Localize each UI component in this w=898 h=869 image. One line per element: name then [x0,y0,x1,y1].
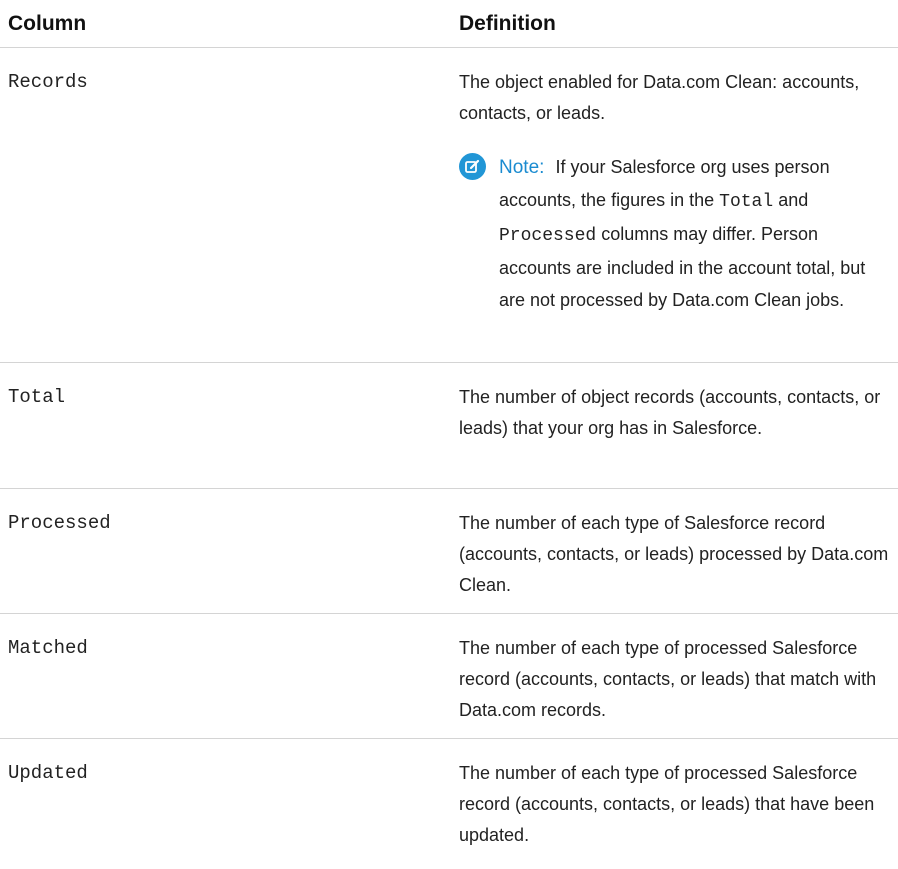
table-row: Updated The number of each type of proce… [0,739,898,863]
code-processed: Processed [499,226,597,246]
note-text: and [778,190,809,210]
definition-text: The object enabled for Data.com Clean: a… [459,72,860,123]
table-header: Column Definition [0,0,898,48]
table-row: Records The object enabled for Data.com … [0,48,898,363]
note-callout: Note: If your Salesforce org uses person… [459,151,898,316]
definition-cell: The number of each type of processed Sal… [459,763,875,845]
column-header: Column [8,11,87,35]
edit-note-icon [459,153,486,180]
code-total: Total [719,192,774,212]
note-body: Note: If your Salesforce org uses person… [499,151,898,316]
definition-cell: The number of each type of Salesforce re… [459,513,889,595]
table-row: Total The number of object records (acco… [0,363,898,489]
definition-cell: The object enabled for Data.com Clean: a… [459,48,898,362]
definition-cell: The number of each type of processed Sal… [459,638,877,720]
term-cell: Matched [8,637,88,659]
term-cell: Processed [8,512,111,534]
term-cell: Records [8,71,88,93]
definition-header: Definition [459,11,556,35]
term-cell: Updated [8,762,88,784]
definition-table: Column Definition Records The object ena… [0,0,898,863]
definition-cell: The number of object records (accounts, … [459,387,881,438]
note-label: Note: [499,157,545,178]
table-row: Processed The number of each type of Sal… [0,489,898,614]
term-cell: Total [8,386,66,408]
table-row: Matched The number of each type of proce… [0,614,898,739]
